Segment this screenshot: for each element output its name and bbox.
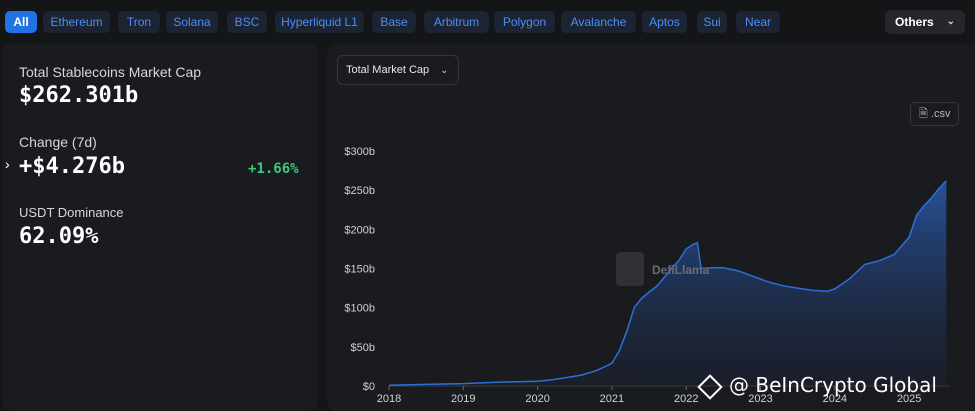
binance-logo-icon (697, 373, 723, 400)
defillama-logo-text: DefiLlama (652, 263, 710, 277)
y-tick-label: $100b (344, 303, 375, 315)
y-tick-label: $250b (344, 185, 375, 197)
series-area (389, 180, 947, 386)
x-tick-label: 2019 (451, 393, 475, 405)
y-tick-label: $200b (344, 224, 375, 236)
watermark-text: @ BeInCrypto Global (729, 373, 937, 397)
y-tick-label: $50b (351, 342, 375, 354)
y-tick-label: $0 (363, 381, 375, 393)
y-tick-label: $300b (344, 146, 375, 158)
x-tick-label: 2018 (377, 393, 401, 405)
beincrypto-watermark: @ BeInCrypto Global (695, 373, 937, 400)
x-tick-label: 2021 (600, 393, 624, 405)
y-tick-label: $150b (344, 264, 375, 276)
stablecoin-mcap-chart: $300b $250b $200b $150b $100b $50b $02018 2019 2… (344, 146, 950, 405)
x-tick-label: 2020 (525, 393, 549, 405)
